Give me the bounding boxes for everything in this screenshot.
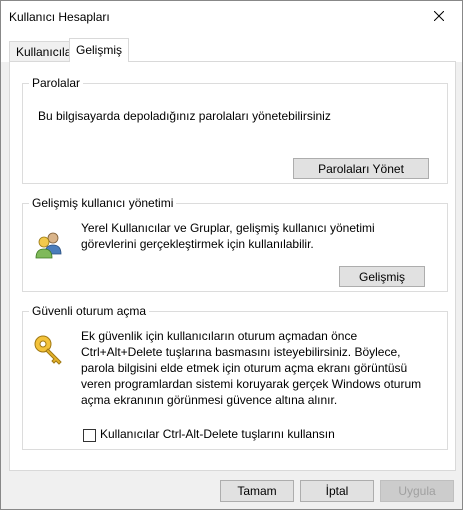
close-button[interactable] [416,1,462,31]
advanced-button[interactable]: Gelişmiş [339,266,425,287]
passwords-group: Parolalar Bu bilgisayarda depoladığınız … [22,76,448,184]
secure-logon-line1: Ek güvenlik için kullanıcıların oturum a… [81,329,358,343]
secure-logon-group: Güvenli oturum açma Ek güvenlik için kul… [22,304,448,450]
secure-logon-legend: Güvenli oturum açma [32,304,147,318]
manage-passwords-button[interactable]: Parolaları Yönet [293,158,429,179]
passwords-legend: Parolalar [32,76,81,90]
cancel-button[interactable]: İptal [300,480,374,502]
tab-advanced[interactable]: Gelişmiş [69,38,130,62]
key-icon [34,335,62,365]
close-icon [434,11,444,21]
title-bar: Kullanıcı Hesapları [1,1,462,31]
ctrl-alt-delete-checkbox[interactable] [83,429,96,442]
advanced-user-management-group: Gelişmiş kullanıcı yönetimi Yerel Kullan… [22,196,448,292]
advanced-users-desc-line1: Yerel Kullanıcılar ve Gruplar, gelişmiş … [81,221,375,235]
secure-logon-line5: açma ekranının görünmesi güvence altına … [81,393,338,407]
advanced-user-management-legend: Gelişmiş kullanıcı yönetimi [32,196,174,210]
secure-logon-line4: veren programlardan sistemi koruyarak ge… [81,377,422,391]
secure-logon-line2: Ctrl+Alt+Delete tuşlarına basmasını iste… [81,345,401,359]
user-accounts-dialog: Kullanıcı Hesapları Kullanıcılar Gelişmi… [0,0,463,510]
secure-logon-line3: parola bilgisini elde etmek için oturum … [81,361,408,375]
ok-button[interactable]: Tamam [220,480,294,502]
tab-panel-advanced: Parolalar Bu bilgisayarda depoladığınız … [9,61,456,471]
passwords-description: Bu bilgisayarda depoladığınız parolaları… [38,109,331,123]
users-group-icon [35,232,62,259]
apply-button[interactable]: Uygula [380,480,454,502]
advanced-users-desc-line2: görevlerini gerçekleştirmek için kullanı… [81,237,314,251]
ctrl-alt-delete-checkbox-label[interactable]: Kullanıcılar Ctrl-Alt-Delete tuşlarını k… [100,426,335,442]
window-title: Kullanıcı Hesapları [9,10,110,24]
